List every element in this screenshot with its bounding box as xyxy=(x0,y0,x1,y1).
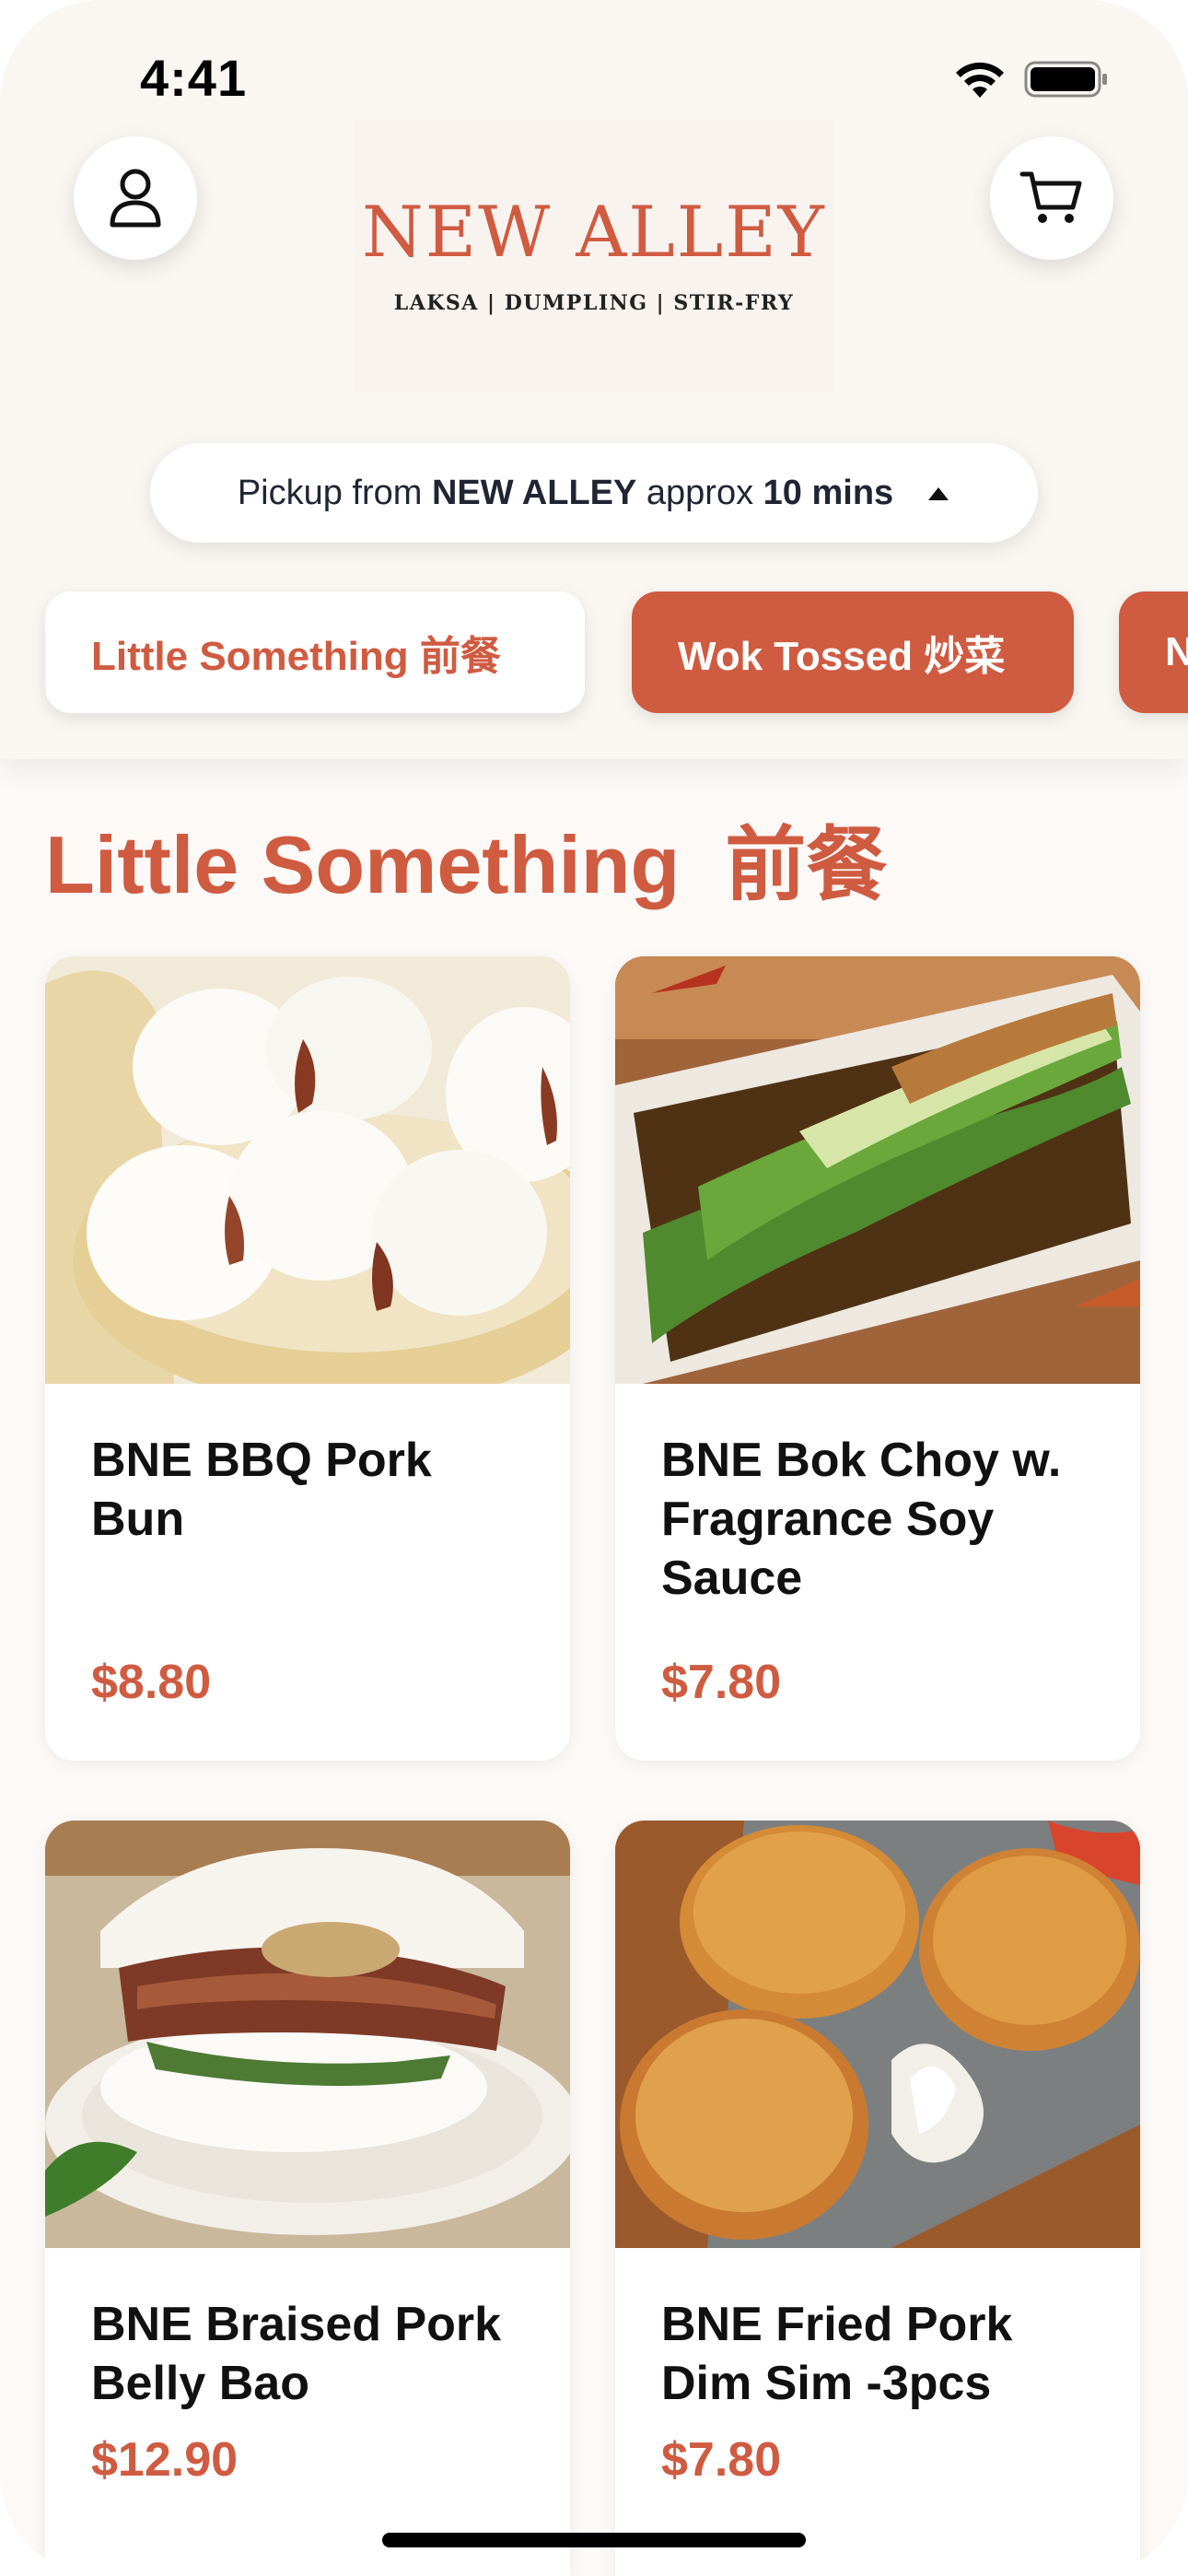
battery-icon xyxy=(1024,61,1107,98)
menu-item-card[interactable]: BNE BBQ Pork Bun $8.80 xyxy=(45,956,570,1761)
menu-item-name: BNE Bok Choy w. Fragrance Soy Sauce xyxy=(661,1434,1062,1605)
cart-button[interactable] xyxy=(990,136,1113,260)
app-screen: 4:41 NEW ALLEY LAKSA | DUMPLING | STIR-F… xyxy=(0,0,1188,2576)
fried-dim-sim-photo xyxy=(615,1821,1140,2248)
caret-up-icon xyxy=(928,487,949,500)
logo-tagline: LAKSA | DUMPLING | STIR-FRY xyxy=(393,290,795,315)
category-tab-little-something[interactable]: Little Something 前餐 xyxy=(45,591,585,713)
header-area: 4:41 NEW ALLEY LAKSA | DUMPLING | STIR-F… xyxy=(0,0,1188,759)
menu-item-price: $8.80 xyxy=(91,1656,212,1709)
wifi-icon xyxy=(956,62,1004,98)
category-tab-wok-tossed[interactable]: Wok Tossed 炒菜 xyxy=(632,591,1074,713)
menu-item-name: BNE Fried Pork Dim Sim -3pcs xyxy=(661,2298,1013,2410)
pickup-middle: approx xyxy=(636,473,763,512)
menu-item-card[interactable]: BNE Fried Pork Dim Sim -3pcs $7.80 xyxy=(615,1821,1140,2576)
category-tab-next[interactable]: N xyxy=(1119,591,1188,713)
menu-item-card[interactable]: BNE Braised Pork Belly Bao $12.90 xyxy=(45,1821,570,2576)
logo-name: NEW ALLEY xyxy=(362,190,826,273)
pickup-store: NEW ALLEY xyxy=(431,473,637,512)
cart-icon xyxy=(1019,171,1082,223)
menu-item-price: $7.80 xyxy=(661,2433,782,2487)
status-time: 4:41 xyxy=(140,49,248,107)
profile-button[interactable] xyxy=(74,136,197,260)
steamed-pork-buns-photo xyxy=(45,956,570,1384)
menu-item-name: BNE Braised Pork Belly Bao xyxy=(91,2298,502,2410)
pickup-selector[interactable]: Pickup from NEW ALLEY approx 10 mins xyxy=(150,443,1038,543)
menu-item-price: $7.80 xyxy=(661,1656,782,1709)
bok-choy-photo xyxy=(615,956,1140,1384)
pickup-time: 10 mins xyxy=(763,473,894,512)
pork-belly-bao-photo xyxy=(45,1821,570,2248)
home-indicator xyxy=(382,2533,806,2547)
section-title: Little Something 前餐 xyxy=(45,819,888,910)
menu-item-price: $12.90 xyxy=(91,2433,239,2487)
menu-item-card[interactable]: BNE Bok Choy w. Fragrance Soy Sauce $7.8… xyxy=(615,956,1140,1761)
person-icon xyxy=(110,169,161,228)
pickup-prefix: Pickup from xyxy=(237,473,432,512)
menu-item-name: BNE BBQ Pork Bun xyxy=(91,1434,432,1546)
restaurant-logo: NEW ALLEY LAKSA | DUMPLING | STIR-FRY xyxy=(355,120,833,392)
